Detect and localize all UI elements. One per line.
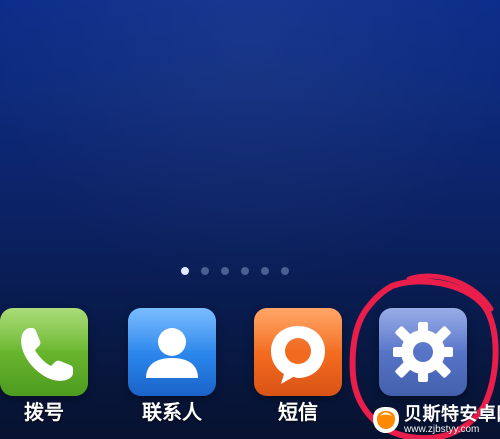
contacts-icon [146,328,198,378]
watermark: 贝斯特安卓网 www.zjbstyy.com [371,403,500,439]
dock-item-contacts[interactable]: 联系人 [125,308,219,436]
phone-icon [21,328,73,381]
dock-label-sms: 短信 [278,400,318,424]
message-icon [271,326,325,384]
dock-item-sms[interactable]: 短信 [251,308,345,436]
watermark-logo [373,407,399,433]
home-screen: 拨号 联系人 短信 贝斯特安卓 www.zjbstyy.com [0,0,500,439]
page-dot[interactable] [241,267,249,275]
page-dot[interactable] [261,267,269,275]
watermark-url: www.zjbstyy.com [404,424,480,435]
dock-item-phone[interactable]: 拨号 [0,308,91,436]
page-indicator [181,267,289,277]
page-dot[interactable] [221,267,229,275]
contacts-app-icon[interactable] [128,308,216,396]
page-dot[interactable] [201,267,209,275]
watermark-title: 贝斯特安卓网 [404,404,500,424]
page-dot[interactable] [181,267,189,275]
page-dot[interactable] [281,267,289,275]
dock-label-phone: 拨号 [24,400,64,424]
phone-app-icon[interactable] [0,308,88,396]
dock-label-contacts: 联系人 [142,400,202,424]
sms-app-icon[interactable] [254,308,342,396]
